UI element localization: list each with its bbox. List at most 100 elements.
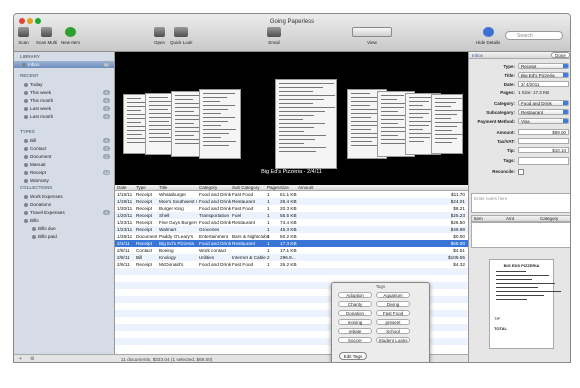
type-field[interactable]: Receipt: [518, 63, 569, 69]
tags-field[interactable]: [518, 157, 569, 165]
scan-multi-button[interactable]: Scan Multi: [36, 27, 57, 45]
date-field[interactable]: 2/ 4/2011: [518, 81, 569, 87]
sidebar-item[interactable]: Inbox 51: [14, 61, 114, 68]
field-label: Tags:: [503, 158, 515, 163]
search-field[interactable]: Search: [505, 31, 563, 40]
count-badge: 4: [103, 210, 110, 215]
hide-details-button[interactable]: Hide Details: [476, 27, 500, 45]
notes-field[interactable]: Enter notes here: [471, 193, 570, 213]
view-switcher[interactable]: View: [352, 27, 392, 45]
receipt-line: [496, 275, 549, 276]
tags-panel[interactable]: Tags Adoption Aquarium Charity Diving Donati…: [331, 282, 430, 362]
sidebar-item[interactable]: Bills: [14, 217, 114, 224]
tag-item[interactable]: Adoption: [338, 292, 372, 298]
tag-item[interactable]: rebate: [338, 328, 372, 334]
types-section-header: TYPES: [20, 129, 35, 134]
sidebar-item-icon: [24, 147, 28, 151]
table-row[interactable]: 1/28/11 Document Paddy O'Leary's Entertainm…: [115, 233, 468, 240]
tip-field[interactable]: $10.10: [518, 147, 569, 153]
sidebar-item[interactable]: Manual: [14, 161, 114, 168]
tag-item[interactable]: Student Loans: [376, 337, 410, 343]
table-cell: Shell: [159, 213, 170, 218]
quick-look-button[interactable]: Quick Look: [170, 27, 193, 45]
sidebar-item-icon: [24, 115, 28, 119]
amount-column[interactable]: Amt: [506, 216, 514, 221]
edit-tags-button[interactable]: Edit Tags: [339, 352, 367, 360]
table-cell: 26.4 KB: [280, 199, 297, 204]
tag-item[interactable]: Fast Food: [376, 310, 410, 316]
tag-item[interactable]: Donation: [338, 310, 372, 316]
items-list[interactable]: [471, 222, 570, 248]
payment-method-field[interactable]: Visa: [518, 118, 569, 124]
sidebar-item[interactable]: Travel Expenses 4: [14, 209, 114, 216]
sidebar-item[interactable]: This month 6: [14, 97, 114, 104]
table-row[interactable]: 2/4/11 Receipt Big Ed's Pizzeria Food and D…: [115, 240, 468, 247]
table-cell: $26.50: [450, 220, 465, 225]
field-label: Pages:: [500, 90, 515, 95]
sidebar-item[interactable]: Today: [14, 81, 114, 88]
item-column[interactable]: Item: [474, 216, 483, 221]
recent-section-header: RECENT: [20, 73, 39, 78]
coverflow-document[interactable]: [275, 79, 337, 169]
sidebar-item[interactable]: Document 2: [14, 153, 114, 160]
tag-item[interactable]: present: [376, 319, 410, 325]
table-row[interactable]: 2/9/11 Receipt McDonald's Food and Drink Fas…: [115, 261, 468, 268]
sidebar-item[interactable]: Bill 4: [14, 137, 114, 144]
category-column[interactable]: Category: [540, 216, 558, 221]
tag-item[interactable]: moving: [338, 319, 372, 325]
view-mode-icons[interactable]: [352, 27, 392, 37]
table-row[interactable]: 1/15/11 Receipt Whataburger Food and Drink F…: [115, 191, 468, 198]
tag-item[interactable]: Aquarium: [376, 292, 410, 298]
table-row[interactable]: 1/23/11Receipt Five Guys Burgers...Food a…: [115, 219, 468, 226]
sidebar-item[interactable]: Donations: [14, 201, 114, 208]
table-cell: Receipt: [136, 213, 152, 218]
table-cell: Receipt: [136, 262, 152, 267]
sidebar-item-label: Travel Expenses: [30, 210, 65, 215]
scan-button[interactable]: Scan: [18, 27, 29, 45]
sidebar-item[interactable]: Warranty: [14, 177, 114, 184]
sidebar-item-label: Warranty: [30, 178, 49, 183]
table-row[interactable]: 1/19/11Receipt Moe's Southwest GrillFood …: [115, 198, 468, 205]
table-row[interactable]: 2/9/11 Bill Knology Utilities Internet & Cab…: [115, 254, 468, 261]
amount-field[interactable]: $69.00: [518, 129, 569, 135]
coverflow-document[interactable]: [199, 89, 241, 159]
title-field[interactable]: Big Ed's Pizzeria: [518, 72, 569, 78]
table-cell: 1/20/11: [117, 213, 133, 218]
receipt-lines: [490, 271, 561, 300]
table-cell: Food and Drink: [199, 206, 232, 211]
category-field[interactable]: Food and Drink: [518, 100, 569, 106]
sidebar-item[interactable]: Bills due: [14, 225, 114, 232]
coverflow-document[interactable]: [431, 94, 463, 154]
gear-icon[interactable]: ⚙: [30, 356, 34, 362]
subcategory-field[interactable]: Restaurant: [518, 109, 569, 115]
done-button[interactable]: Done: [551, 52, 570, 58]
email-button[interactable]: Email: [267, 27, 281, 45]
sidebar-item[interactable]: Bills paid: [14, 233, 114, 240]
sidebar-item[interactable]: Work Expenses: [14, 193, 114, 200]
table-cell: 45.3 KB: [280, 227, 297, 232]
tag-item[interactable]: Diving: [376, 301, 410, 307]
tax-vat-field[interactable]: [518, 138, 569, 144]
table-row[interactable]: 1/23/11 Receipt Walmart Groceries 1 45.3 KB $4…: [115, 226, 468, 233]
tag-item[interactable]: School: [376, 328, 410, 334]
reconcile-checkbox[interactable]: [518, 169, 524, 175]
table-cell: $4.51: [453, 248, 465, 253]
sidebar-item[interactable]: Last month 9: [14, 113, 114, 120]
add-collection-icon[interactable]: +: [19, 356, 22, 362]
table-row[interactable]: 1/20/11 Receipt Burger King Food and Drink F…: [115, 205, 468, 212]
tag-item[interactable]: Soccer: [338, 337, 372, 343]
sidebar-item[interactable]: This week 4: [14, 89, 114, 96]
sidebar-item[interactable]: Contact 3: [14, 145, 114, 152]
table-row[interactable]: 2/9/11 Contact Boeing Work contact 1 17.1 KB $…: [115, 247, 468, 254]
coverflow-view[interactable]: Big Ed's Pizzeria - 2/4/11: [115, 52, 468, 185]
sidebar-item[interactable]: Last week 3: [14, 105, 114, 112]
sidebar-item[interactable]: Receipt 18: [14, 169, 114, 176]
sidebar-item-label: Last week: [30, 106, 52, 111]
table-row[interactable]: 1/20/11 Receipt Shell Transportation Fuel 1 55…: [115, 212, 468, 219]
new-item-button[interactable]: New Item: [61, 27, 80, 45]
tag-item[interactable]: Charity: [338, 301, 372, 307]
field-label: Type:: [503, 64, 515, 69]
sidebar-item-icon: [24, 179, 28, 183]
open-button[interactable]: Open: [154, 27, 165, 45]
table-cell: Moe's Southwest Grill: [159, 199, 197, 204]
